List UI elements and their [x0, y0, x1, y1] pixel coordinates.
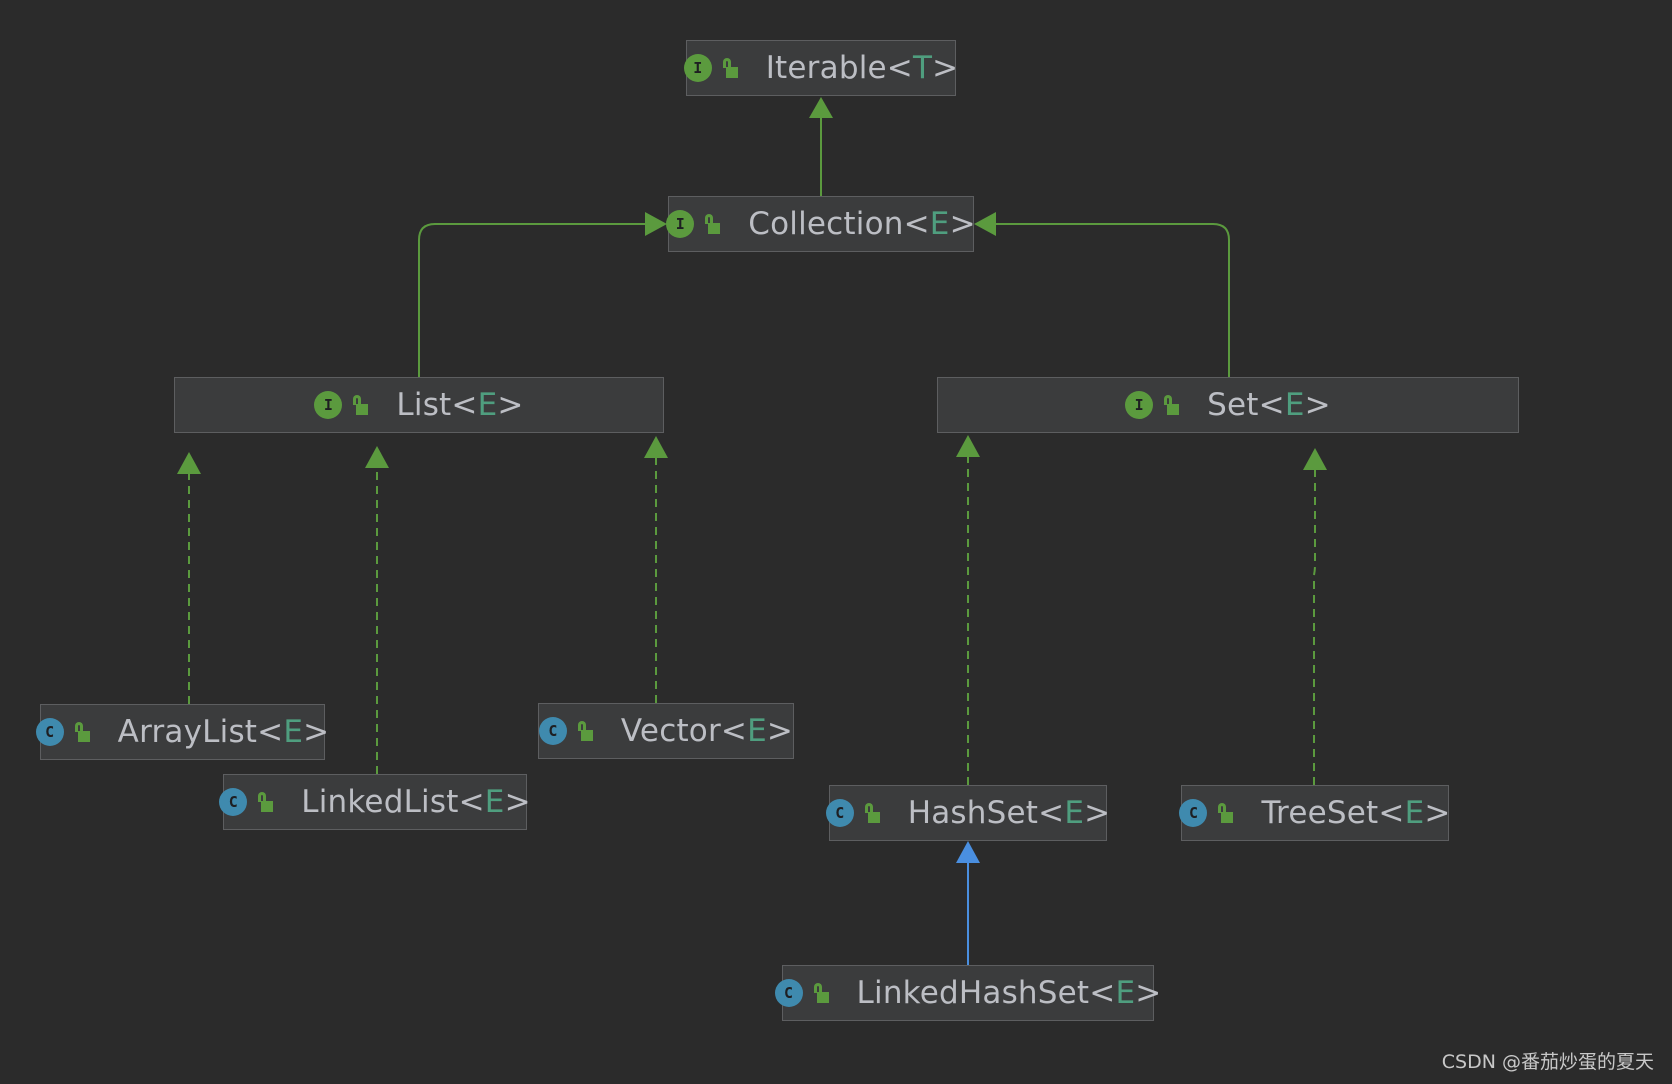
- edge-vector-to-list: [644, 436, 668, 703]
- class-node-vector[interactable]: C Vector<E>: [538, 703, 794, 759]
- node-label: Set<E>: [1207, 387, 1331, 423]
- edge-collection-to-iterable: [809, 97, 833, 196]
- public-access-icon: [864, 802, 882, 824]
- edge-linkedlist-to-list: [365, 446, 389, 774]
- node-label: List<E>: [396, 387, 524, 423]
- class-node-linkedlist[interactable]: C LinkedList<E>: [219, 774, 531, 830]
- class-node-treeset[interactable]: C TreeSet<E>: [1179, 785, 1451, 841]
- class-icon: C: [825, 799, 854, 827]
- node-label: HashSet<E>: [907, 795, 1111, 831]
- public-access-icon: [722, 57, 740, 79]
- edge-arraylist-to-list: [177, 452, 201, 704]
- public-access-icon: [352, 394, 370, 416]
- class-icon: C: [219, 788, 248, 816]
- class-node-iterable[interactable]: I Iterable<T>: [683, 40, 959, 96]
- diagram-edges: [177, 97, 1327, 965]
- interface-icon: I: [1125, 391, 1154, 419]
- public-access-icon: [577, 720, 595, 742]
- class-node-arraylist[interactable]: C ArrayList<E>: [35, 704, 329, 760]
- class-node-linkedhashset[interactable]: C LinkedHashSet<E>: [774, 965, 1161, 1021]
- class-node-list[interactable]: I List<E>: [174, 377, 664, 433]
- interface-icon: I: [683, 54, 712, 82]
- class-icon: C: [1179, 799, 1208, 827]
- public-access-icon: [1163, 394, 1181, 416]
- class-icon: C: [35, 718, 64, 746]
- node-label: Vector<E>: [620, 713, 794, 749]
- uml-class-diagram: I Iterable<T> I Collection<E> I List<E> …: [0, 0, 1672, 1084]
- class-node-collection[interactable]: I Collection<E>: [666, 196, 976, 252]
- public-access-icon: [257, 791, 275, 813]
- class-node-set[interactable]: I Set<E>: [937, 377, 1519, 433]
- watermark: CSDN @番茄炒蛋的夏天: [1441, 1051, 1654, 1073]
- public-access-icon: [704, 213, 722, 235]
- class-icon: C: [538, 717, 567, 745]
- edge-treeset-to-set: [1303, 448, 1327, 785]
- node-label: LinkedList<E>: [301, 784, 531, 820]
- public-access-icon: [74, 721, 92, 743]
- interface-icon: I: [314, 391, 343, 419]
- class-icon: C: [774, 979, 803, 1007]
- node-label: Iterable<T>: [765, 50, 959, 86]
- node-label: ArrayList<E>: [117, 714, 330, 750]
- edge-linkedhashset-to-hashset: [956, 841, 980, 965]
- public-access-icon: [1217, 802, 1235, 824]
- edge-set-to-collection: [974, 212, 1230, 377]
- node-label: TreeSet<E>: [1261, 795, 1451, 831]
- node-label: LinkedHashSet<E>: [856, 975, 1162, 1011]
- interface-icon: I: [666, 210, 695, 238]
- edge-list-to-collection: [418, 212, 667, 377]
- public-access-icon: [813, 982, 831, 1004]
- class-node-hashset[interactable]: C HashSet<E>: [825, 785, 1110, 841]
- node-label: Collection<E>: [748, 206, 976, 242]
- edge-hashset-to-set: [956, 435, 980, 785]
